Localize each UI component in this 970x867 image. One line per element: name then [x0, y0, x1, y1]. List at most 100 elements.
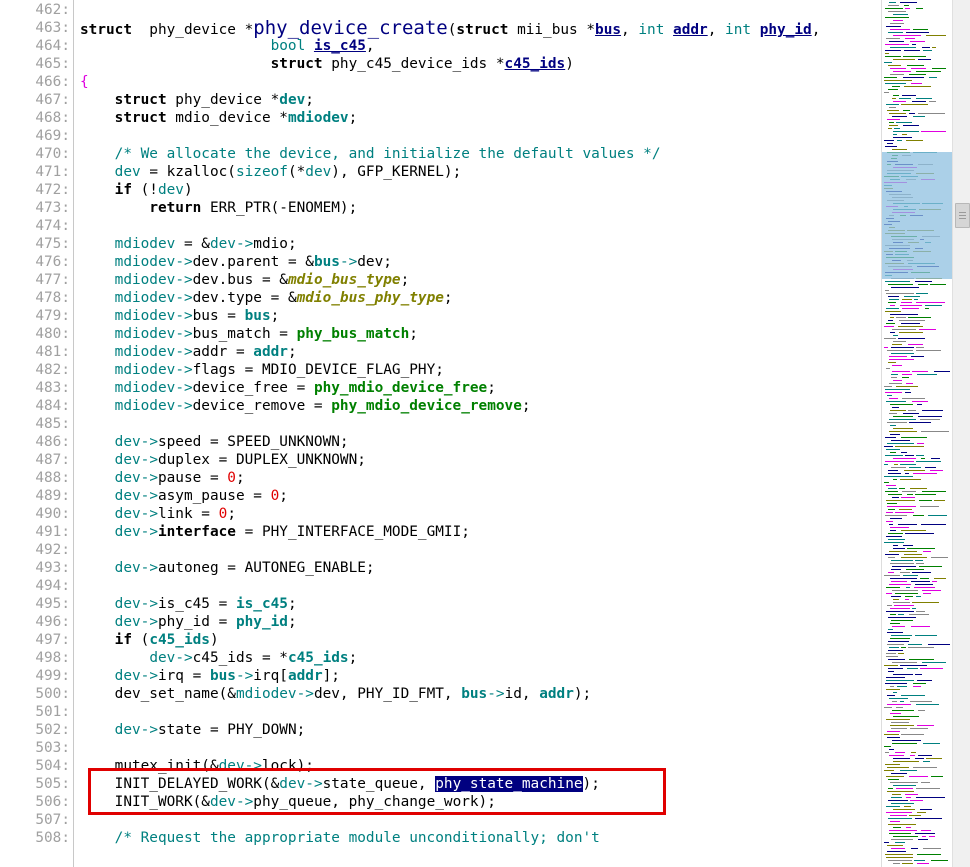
minimap-code-stroke: [899, 98, 911, 99]
minimap-code-stroke: [910, 701, 932, 702]
minimap-code-stroke: [901, 695, 925, 696]
minimap-code-stroke: [890, 713, 901, 714]
grip-line-icon: [959, 218, 966, 219]
highlight-annotation-box: [88, 768, 666, 815]
minimap-code-stroke: [884, 476, 913, 477]
code-token: struct: [114, 92, 167, 108]
minimap-code-stroke: [912, 401, 928, 402]
minimap-code-stroke: [925, 308, 929, 309]
code-token: struct: [456, 22, 509, 38]
minimap-code-stroke: [893, 716, 919, 717]
gutter-divider: [73, 0, 74, 867]
code-editor[interactable]: 462: 463: struct phy_device *phy_device_cr…: [0, 0, 880, 867]
code-token: speed = SPEED_UNKNOWN;: [157, 434, 349, 450]
minimap-code-stroke: [884, 842, 889, 843]
minimap-code-stroke: [895, 446, 924, 447]
minimap-code-stroke: [891, 569, 901, 570]
code-token: ;: [235, 470, 245, 486]
minimap-code-stroke: [897, 140, 902, 141]
minimap-code-stroke: [922, 491, 946, 492]
minimap-viewport[interactable]: [882, 152, 952, 279]
code-token: ->: [140, 668, 158, 684]
code-token: return: [149, 200, 202, 216]
code-token: sizeof: [235, 164, 288, 180]
minimap-code-stroke: [900, 479, 921, 480]
minimap-code-stroke: [929, 836, 935, 837]
minimap-code-stroke: [886, 857, 913, 858]
minimap-code-stroke: [915, 818, 942, 819]
minimap-code-stroke: [885, 389, 910, 390]
line-number: 496:: [35, 614, 70, 630]
minimap-code-stroke: [904, 5, 909, 6]
minimap-code-stroke: [912, 101, 926, 102]
minimap-code-stroke: [905, 38, 915, 39]
minimap-code-stroke: [892, 497, 899, 498]
minimap-code-stroke: [916, 596, 921, 597]
minimap-code-stroke: [890, 527, 909, 528]
code-token: link =: [157, 506, 219, 522]
minimap-code-stroke: [921, 431, 949, 432]
code-token: ): [183, 182, 193, 198]
minimap-code-stroke: [888, 788, 893, 789]
code-token: = kzalloc(: [140, 164, 236, 180]
code-token: 0: [218, 506, 228, 522]
minimap-code-stroke: [891, 596, 901, 597]
minimap-code-stroke: [904, 50, 920, 51]
code-token: dev.bus = &: [192, 272, 288, 288]
minimap-code-stroke: [916, 350, 941, 351]
code-token: bool: [270, 38, 306, 54]
code-token: is_c45: [235, 596, 288, 612]
code-token: mdiodev: [235, 686, 297, 702]
line-number: 470:: [35, 146, 70, 162]
minimap-code-stroke: [910, 488, 927, 489]
minimap-code-stroke: [916, 8, 923, 9]
minimap-code-stroke: [889, 755, 904, 756]
minimap-code-stroke: [902, 491, 916, 492]
line-number: 465:: [35, 56, 70, 72]
minimap-code-stroke: [891, 374, 898, 375]
minimap-code-stroke: [884, 734, 899, 735]
minimap-code-stroke: [890, 815, 907, 816]
minimap-code-stroke: [911, 752, 916, 753]
code-token: flags = MDIO_DEVICE_FLAG_PHY;: [192, 362, 444, 378]
minimap-code-stroke: [893, 692, 897, 693]
code-token: addr: [673, 22, 708, 38]
minimap-code-stroke: [900, 305, 922, 306]
minimap-code-stroke: [886, 689, 900, 690]
minimap-code-stroke: [888, 629, 893, 630]
code-token: ->: [487, 686, 505, 702]
line-number: 482:: [35, 362, 70, 378]
minimap-code-stroke: [923, 593, 931, 594]
minimap-code-stroke: [901, 437, 927, 438]
minimap-code-stroke: [900, 2, 917, 3]
line-number: 494:: [35, 578, 70, 594]
minimap-code-stroke: [918, 755, 932, 756]
minimap-code-stroke: [915, 560, 923, 561]
line-number: 507:: [35, 812, 70, 828]
code-token: c45_ids: [504, 56, 566, 72]
vertical-scrollbar[interactable]: [952, 0, 970, 867]
minimap-code-stroke: [896, 317, 906, 318]
line-code: dev = kzalloc(sizeof(*dev), GFP_KERNEL);: [80, 163, 462, 181]
minimap-code-stroke: [889, 113, 906, 114]
minimap-code-stroke: [913, 29, 928, 30]
minimap-code-stroke: [890, 317, 894, 318]
minimap-code-stroke: [884, 746, 891, 747]
minimap-code-stroke: [890, 314, 918, 315]
code-token: asym_pause =: [157, 488, 271, 504]
minimap[interactable]: [881, 0, 953, 867]
scrollbar-thumb[interactable]: [955, 203, 970, 228]
minimap-code-stroke: [893, 71, 911, 72]
minimap-code-stroke: [886, 806, 900, 807]
code-token: /* We allocate the device, and initializ…: [114, 146, 661, 162]
minimap-code-stroke: [902, 398, 925, 399]
code-token: ->: [140, 614, 158, 630]
minimap-code-stroke: [931, 776, 943, 777]
